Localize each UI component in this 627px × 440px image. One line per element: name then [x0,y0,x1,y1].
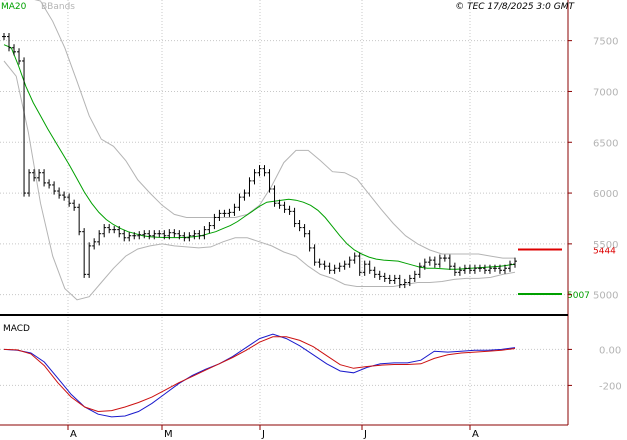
xtick-label: J [261,429,265,440]
macd-ytick-label: 0.00 [599,345,621,356]
stock-chart: 54445007 5000550060006500700075000.00-20… [0,0,627,440]
price-ytick-label: 7500 [593,37,618,48]
macd-panel-title: MACD [3,324,30,334]
xtick-label: M [164,429,173,440]
support-label: 5007 [567,291,590,301]
xtick-label: J [363,429,367,440]
price-ytick-label: 5500 [593,240,618,251]
price-ytick-label: 7000 [593,87,618,98]
xtick-label: A [472,429,479,440]
macd-ytick-label: -200 [599,381,622,392]
price-ytick-label: 6500 [593,138,618,149]
price-ytick-label: 6000 [593,189,618,200]
xtick-label: A [70,429,77,440]
legend-ma20: MA20 [1,2,27,12]
chart-background [0,0,627,440]
price-ytick-label: 5000 [593,291,618,302]
legend-bbands: BBands [41,2,75,12]
copyright-label: © TEC 17/8/2025 3:0 GMT [455,2,575,12]
